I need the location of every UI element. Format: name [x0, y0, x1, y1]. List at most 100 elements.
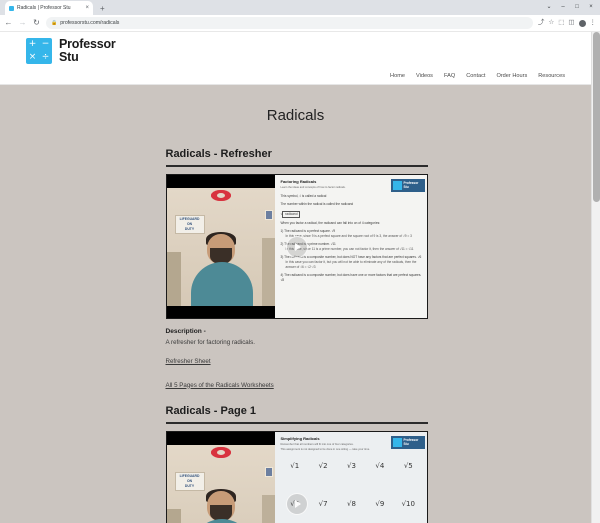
- life-preserver-icon: [210, 447, 231, 459]
- brand-name-line2: Stu: [59, 50, 79, 65]
- tab-favicon: [9, 5, 14, 11]
- page-scrollbar[interactable]: [591, 32, 600, 523]
- worksheet-item-3-sub: In this case you can factor it, but you …: [285, 259, 417, 269]
- play-button-icon[interactable]: [285, 235, 308, 258]
- nav-item-contact[interactable]: Contact: [466, 73, 485, 79]
- wall-picture: [264, 210, 273, 220]
- video-player-page-1[interactable]: LIFEGUARD ON DUTY Professor Stu Simplify…: [165, 431, 428, 523]
- worksheet-subtitle: Learn the ideas and concepts of how to f…: [280, 186, 346, 190]
- worksheet-subtitle-2: This assignment is not designed to be do…: [280, 447, 370, 451]
- section-radicals-refresher: Radicals - Refresher LIFEGUARD ON DUTY P…: [165, 148, 428, 391]
- link-all-5-pages-worksheets[interactable]: All 5 Pages of the Radicals Worksheets: [166, 381, 276, 391]
- description-text: A refresher for factoring radicals.: [165, 339, 255, 346]
- website-body: + − × ÷ Professor Stu Home Videos FAQ Co…: [0, 32, 591, 523]
- worksheet-title: Simplifying Radicals: [280, 436, 320, 442]
- tab-strip: Radicals | Professor Stu × + ⌄ – □ ×: [0, 0, 600, 15]
- divide-icon: ÷: [41, 52, 50, 63]
- tab-search-icon[interactable]: ⌄: [542, 0, 556, 13]
- radical-item: √7: [318, 500, 328, 509]
- bookmark-star-icon[interactable]: ☆: [548, 19, 554, 27]
- site-header: + − × ÷ Professor Stu Home Videos FAQ Co…: [0, 32, 591, 85]
- right-shelf: [261, 238, 275, 306]
- tab-close-icon[interactable]: ×: [85, 5, 89, 11]
- nav-item-faq[interactable]: FAQ: [444, 73, 455, 79]
- brand-name: Professor Stu: [59, 37, 116, 65]
- browser-tab[interactable]: Radicals | Professor Stu ×: [5, 1, 93, 15]
- address-bar-url: professorstu.com/radicals: [60, 20, 120, 26]
- link-spacer: [166, 370, 427, 381]
- description-label: Description -: [165, 328, 206, 335]
- worksheet-radicand-box-line: √ radicand: [281, 210, 423, 218]
- radical-item: √3: [347, 462, 356, 471]
- section-divider: [165, 422, 428, 425]
- page-title: Radicals: [266, 107, 325, 124]
- left-shelf: [166, 509, 181, 523]
- radical-item: √2: [318, 462, 328, 471]
- profile-avatar-icon[interactable]: [578, 19, 586, 27]
- radical-item: √10: [401, 500, 415, 509]
- radical-item: √8: [347, 500, 356, 509]
- worksheet-line-2: The number within the radical is called …: [280, 202, 354, 207]
- nav-item-home[interactable]: Home: [390, 73, 405, 79]
- radical-item: √5: [403, 462, 413, 471]
- radical-item: √9: [375, 500, 385, 509]
- worksheet-radicand-box: radicand: [282, 210, 301, 218]
- worksheet-line-1: This symbol, √ is called a radical: [280, 193, 327, 198]
- section-radicals-page-1: Radicals - Page 1 LIFEGUARD ON DUTY Prof…: [165, 405, 428, 523]
- forward-button[interactable]: →: [18, 19, 27, 27]
- sign-line-3: DUTY: [184, 484, 195, 489]
- address-bar[interactable]: 🔒 professorstu.com/radicals: [46, 17, 533, 29]
- share-icon[interactable]: ⤴: [538, 19, 545, 27]
- worksheet-title: Factoring Radicals: [280, 179, 317, 184]
- worksheet-item-4: 4) The radicand is a composite number, b…: [280, 272, 422, 282]
- left-shelf: [166, 252, 181, 306]
- browser-toolbar: ← → ↻ 🔒 professorstu.com/radicals ⤴ ☆ ⬚ …: [0, 15, 600, 32]
- reload-button[interactable]: ↻: [32, 19, 41, 27]
- site-logo[interactable]: + − × ÷ Professor Stu: [26, 37, 116, 65]
- video-webcam-pane: LIFEGUARD ON DUTY: [166, 175, 275, 318]
- toolbar-icons: ⤴ ☆ ⬚ ◫ ⋮: [538, 19, 597, 27]
- minus-icon: −: [41, 39, 50, 50]
- section-divider: [165, 165, 428, 167]
- section-heading: Radicals - Page 1: [165, 405, 257, 418]
- worksheet-item-1-sub: In this case, since 9 is a perfect squar…: [285, 234, 412, 239]
- window-controls: ⌄ – □ ×: [542, 0, 598, 13]
- side-panel-icon[interactable]: ◫: [568, 19, 574, 27]
- nav-item-videos[interactable]: Videos: [416, 73, 433, 79]
- close-window-button[interactable]: ×: [584, 0, 598, 13]
- radical-item: √4: [375, 462, 385, 471]
- link-refresher-sheet[interactable]: Refresher Sheet: [166, 357, 276, 367]
- life-preserver-icon: [210, 190, 231, 201]
- section-heading: Radicals - Refresher: [165, 148, 272, 160]
- lock-icon: 🔒: [51, 20, 58, 26]
- worksheet-line-4: When you factor a radical, the radicand …: [280, 221, 381, 226]
- tab-title: Radicals | Professor Stu: [17, 5, 71, 11]
- minimize-button[interactable]: –: [556, 0, 570, 13]
- right-shelf: [261, 495, 275, 523]
- browser-window: Radicals | Professor Stu × + ⌄ – □ × ← →…: [0, 0, 600, 523]
- back-button[interactable]: ←: [4, 19, 13, 27]
- video-player-refresher[interactable]: LIFEGUARD ON DUTY Professor Stu Factorin…: [165, 174, 428, 319]
- calculator-logo-icon: + − × ÷: [26, 38, 52, 65]
- sign-line-3: DUTY: [184, 227, 195, 232]
- page-viewport: + − × ÷ Professor Stu Home Videos FAQ Co…: [0, 32, 600, 523]
- browser-menu-icon[interactable]: ⋮: [590, 19, 597, 27]
- plus-icon: +: [28, 39, 37, 50]
- play-button-icon[interactable]: [285, 492, 308, 515]
- video-webcam-pane: LIFEGUARD ON DUTY: [166, 432, 275, 523]
- webcam-view: LIFEGUARD ON DUTY: [166, 188, 275, 306]
- extensions-icon[interactable]: ⬚: [558, 19, 564, 27]
- webcam-view: LIFEGUARD ON DUTY: [166, 445, 275, 523]
- nav-item-order-hours[interactable]: Order Hours: [496, 73, 527, 79]
- maximize-button[interactable]: □: [570, 0, 584, 13]
- new-tab-button[interactable]: +: [100, 5, 105, 13]
- radical-item: √1: [290, 462, 300, 471]
- page-content: Radicals - Refresher LIFEGUARD ON DUTY P…: [165, 148, 428, 523]
- site-navigation: Home Videos FAQ Contact Order Hours Reso…: [390, 73, 565, 79]
- nav-item-resources[interactable]: Resources: [538, 73, 565, 79]
- wall-picture: [264, 467, 273, 478]
- scrollbar-thumb[interactable]: [593, 32, 600, 202]
- lifeguard-sign: LIFEGUARD ON DUTY: [174, 472, 205, 492]
- lifeguard-sign: LIFEGUARD ON DUTY: [174, 215, 205, 234]
- multiply-icon: ×: [28, 52, 37, 63]
